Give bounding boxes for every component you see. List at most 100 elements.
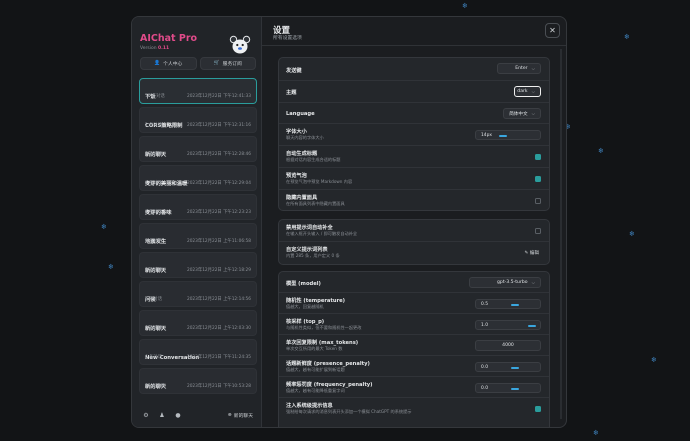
font-size-slider-fill [499, 135, 508, 137]
language-label: Language [286, 110, 315, 117]
presence-penalty-value: 0.0 [481, 365, 488, 371]
chat-date: 2023年12月22日 上午12:18:29 [186, 268, 251, 273]
mask-icon[interactable]: ♟ [156, 409, 168, 421]
presence-penalty-slider[interactable]: 0.0 [475, 362, 541, 372]
font-size-slider[interactable]: 14px [475, 130, 541, 140]
custom-prompts-description: 内置 285 条，用户定义 0 条 [286, 253, 340, 258]
pencil-icon: ✎ [524, 251, 529, 256]
temperature-slider[interactable]: 0.5 [475, 299, 541, 309]
preview-bubble-description: 在预览气泡中预览 Markdown 内容 [286, 179, 353, 184]
top-p-description: 与随机性类似，但不要和随机性一起更改 [286, 325, 362, 330]
inject-system-description: 强制给每次请求的消息列表开头添加一个模拟 ChatGPT 的系统提示 [286, 409, 412, 414]
chat-item[interactable]: 新的聊天 2 条对话 2023年12月22日 下午12:28:46 [139, 136, 257, 162]
inject-system-checkbox[interactable] [535, 406, 541, 412]
version-line: Version 0.11 [140, 46, 170, 51]
chat-date: 2023年12月22日 下午12:41:33 [186, 94, 251, 99]
chat-message-count: 6 条对话 [145, 239, 162, 244]
sidebar: AIChat Pro Version 0.11 👤 个人中心 🛒 服务订阅 下饭… [132, 17, 262, 427]
brand: AIChat Pro Version 0.11 [140, 33, 197, 51]
chat-date: 2023年12月21日 下午11:24:35 [186, 355, 251, 360]
auto-title-row: 自动生成标题 根据对话内容生成合适的标题 [279, 146, 549, 168]
chevron-down-icon: ⌵ [531, 280, 535, 286]
page-subtitle: 所有设置选项 [273, 36, 302, 41]
preview-bubble-label: 预览气泡 [286, 173, 307, 179]
chat-message-count: 10 条对话 [145, 94, 165, 99]
prompt-settings-card: 禁用提示词自动补全 在输入框开头输入 / 即可触发自动补全 自定义提示词列表 内… [278, 219, 550, 265]
chat-message-count: 0 条对话 [145, 326, 162, 331]
frequency-penalty-slider-fill [511, 388, 519, 390]
plugin-button[interactable]: 🛒 服务订阅 [199, 57, 256, 70]
preview-bubble-checkbox[interactable] [535, 176, 541, 182]
auto-title-checkbox[interactable] [535, 154, 541, 160]
chat-item[interactable]: 新的聊天 2 条对话 2023年12月22日 上午12:18:29 [139, 252, 257, 278]
chat-date: 2023年12月22日 下午12:28:46 [186, 152, 251, 157]
auto-title-description: 根据对话内容生成合适的标题 [286, 157, 341, 162]
theme-select[interactable]: dark ⌵ [514, 86, 541, 97]
chat-item[interactable]: 麦芽的香味 4 条对话 2023年12月22日 下午12:23:23 [139, 194, 257, 220]
chat-message-count: 4 条对话 [145, 297, 162, 302]
chat-item[interactable]: New Conversation 6 条对话 2023年12月21日 下午11:24… [139, 339, 257, 365]
mask-button-label: 个人中心 [163, 62, 183, 67]
chat-item[interactable]: 问候 4 条对话 2023年12月22日 上午12:14:56 [139, 281, 257, 307]
chat-date: 2023年12月22日 下午12:23:23 [186, 210, 251, 215]
bear-logo-icon [229, 35, 251, 54]
model-row: 模型 (model) gpt-3.5-turbo ⌵ [279, 272, 549, 293]
chat-item[interactable]: 新的聊天 12 条对话 2023年12月21日 下午10:53:28 [139, 368, 257, 394]
chat-item[interactable]: 新的聊天 0 条对话 2023年12月22日 上午12:03:30 [139, 310, 257, 336]
edit-prompts-button[interactable]: ✎ 编辑 [524, 250, 539, 256]
plugin-button-label: 服务订阅 [222, 62, 242, 67]
chat-item[interactable]: CORS策略限制 2 条对话 2023年12月22日 下午12:31:16 [139, 107, 257, 133]
theme-label: 主题 [286, 90, 297, 96]
hide-mask-label: 隐藏内置面具 [286, 195, 318, 201]
disable-prompt-hint-row: 禁用提示词自动补全 在输入框开头输入 / 即可触发自动补全 [279, 220, 549, 242]
chat-message-count: 2 条对话 [145, 152, 162, 157]
github-icon[interactable]: ● [172, 409, 184, 421]
temperature-slider-fill [511, 304, 519, 306]
max-tokens-description: 单次交互所用的最大 Token 数 [286, 346, 343, 351]
temperature-row: 随机性 (temperature) 值越大，回复越随机 0.5 [279, 293, 549, 314]
chat-item[interactable]: 下饭 10 条对话 2023年12月22日 下午12:41:33 [139, 78, 257, 104]
frequency-penalty-slider[interactable]: 0.0 [475, 383, 541, 393]
chat-date: 2023年12月22日 下午12:31:16 [186, 123, 251, 128]
scrollbar[interactable] [560, 49, 562, 419]
top-p-label: 核采样 (top_p) [286, 319, 325, 325]
settings-gear-icon[interactable]: ⚙ [140, 409, 152, 421]
model-value: gpt-3.5-turbo [496, 280, 528, 285]
chat-message-count: 6 条对话 [145, 355, 162, 360]
hide-mask-row: 隐藏内置面具 在所有面具列表中隐藏内置面具 [279, 190, 549, 212]
presence-penalty-slider-fill [511, 367, 519, 369]
max-tokens-value: 4000 [502, 343, 514, 348]
theme-row: 主题 dark ⌵ [279, 81, 549, 103]
cart-icon: 🛒 [213, 61, 220, 66]
edit-prompts-label: 编辑 [529, 251, 539, 256]
new-chat-button[interactable]: ⊕ 新的聊天 [228, 412, 253, 419]
max-tokens-input[interactable]: 4000 [475, 340, 541, 351]
language-select[interactable]: 简体中文 ⌵ [503, 108, 541, 119]
frequency-penalty-label: 频率惩罚度 (frequency_penalty) [286, 382, 373, 388]
temperature-label: 随机性 (temperature) [286, 298, 346, 304]
divider [262, 45, 566, 46]
preview-bubble-row: 预览气泡 在预览气泡中预览 Markdown 内容 [279, 168, 549, 190]
max-tokens-label: 单次回复限制 (max_tokens) [286, 340, 359, 346]
model-select[interactable]: gpt-3.5-turbo ⌵ [469, 277, 541, 288]
chevron-down-icon: ⌵ [531, 111, 535, 117]
close-button[interactable]: ✕ [545, 23, 560, 38]
chat-item[interactable]: 地震发生 6 条对话 2023年12月22日 上午11:06:58 [139, 223, 257, 249]
presence-penalty-description: 值越大，越有可能扩展到新话题 [286, 367, 345, 372]
chat-date: 2023年12月21日 下午10:53:28 [186, 384, 251, 389]
chat-message-count: 4 条对话 [145, 181, 162, 186]
user-icon: 👤 [154, 61, 161, 66]
presence-penalty-label: 话题新鲜度 (presence_penalty) [286, 361, 370, 367]
model-label: 模型 (model) [286, 280, 321, 287]
disable-prompt-hint-checkbox[interactable] [535, 228, 541, 234]
top-p-slider[interactable]: 1.0 [475, 320, 541, 330]
model-settings-card: 模型 (model) gpt-3.5-turbo ⌵ 随机性 (temperatu… [278, 271, 550, 427]
chat-date: 2023年12月22日 上午12:03:30 [186, 326, 251, 331]
chat-item[interactable]: 麦芽的美丽和温暖 4 条对话 2023年12月22日 下午12:29:04 [139, 165, 257, 191]
mask-button[interactable]: 👤 个人中心 [140, 57, 197, 70]
send-key-select[interactable]: Enter ⌵ [497, 63, 541, 74]
hide-mask-checkbox[interactable] [535, 198, 541, 204]
auto-title-label: 自动生成标题 [286, 151, 318, 157]
chat-message-count: 2 条对话 [145, 123, 162, 128]
font-size-value: 14px [481, 133, 492, 139]
